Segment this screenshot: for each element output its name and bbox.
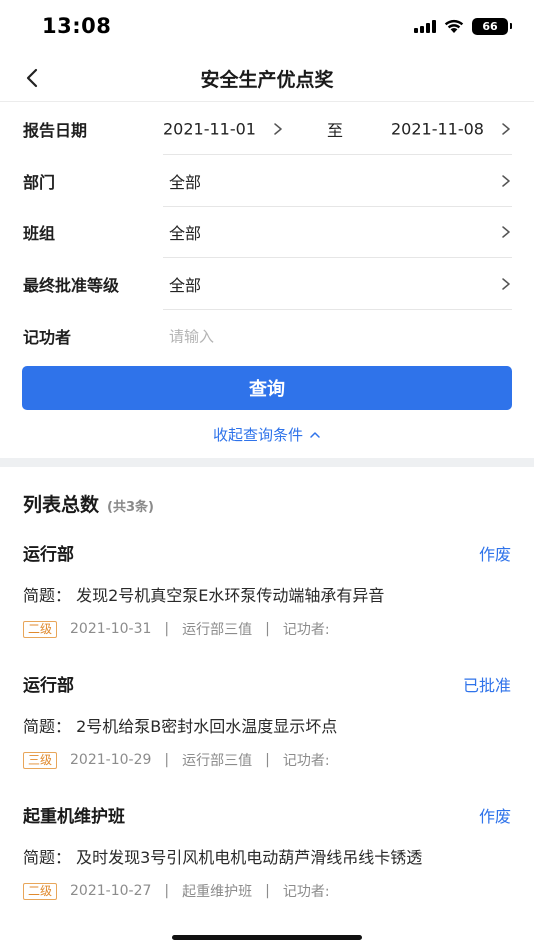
list-item[interactable]: 运行部 作废 简题： 发现2号机真空泵E水环泵传动端轴承有异音 二级 2021-…: [0, 540, 534, 660]
record-department: 运行部: [23, 676, 74, 696]
record-brief: 简题： 2号机给泵B密封水回水温度显示坏点: [23, 717, 338, 736]
department-row[interactable]: 部门 全部: [0, 155, 534, 207]
chevron-right-icon[interactable]: [500, 122, 512, 136]
record-brief: 简题： 及时发现3号引风机电机电动葫芦滑线吊线卡锈透: [23, 848, 423, 867]
start-date-picker[interactable]: 2021-11-01: [163, 120, 256, 139]
team-row[interactable]: 班组 全部: [0, 206, 534, 258]
meta-separator: |: [265, 883, 270, 899]
section-separator: [0, 458, 534, 467]
wifi-icon: [444, 19, 464, 33]
status-bar: 13:08 66: [0, 0, 534, 56]
department-select[interactable]: 全部: [169, 169, 201, 193]
recorder-input[interactable]: 请输入: [169, 326, 214, 347]
collapse-filters-label: 收起查询条件: [212, 426, 303, 444]
record-department: 起重机维护班: [23, 807, 125, 827]
list-header: 列表总数 (共3条): [23, 490, 154, 517]
record-recorder: 记功者:: [282, 622, 330, 638]
record-date: 2021-10-29: [70, 752, 152, 768]
record-recorder: 记功者:: [282, 884, 330, 900]
record-status: 已批准: [462, 676, 511, 695]
collapse-filters-link[interactable]: 收起查询条件: [0, 424, 534, 445]
record-date: 2021-10-27: [70, 883, 152, 899]
final-level-row[interactable]: 最终批准等级 全部: [0, 258, 534, 310]
record-meta: 二级 2021-10-31 | 运行部三值 | 记功者:: [23, 619, 330, 639]
list-count: (共3条): [107, 500, 154, 515]
list-title: 列表总数: [23, 494, 100, 516]
home-indicator: [172, 935, 362, 940]
page-title: 安全生产优点奖: [200, 69, 334, 91]
nav-bar: 安全生产优点奖: [0, 56, 534, 102]
query-button[interactable]: 查询: [22, 366, 512, 410]
chevron-right-icon[interactable]: [272, 122, 284, 136]
report-date-row: 报告日期 2021-11-01 至 2021-11-08: [0, 103, 534, 155]
end-date-picker[interactable]: 2021-11-08: [391, 120, 484, 139]
chevron-right-icon[interactable]: [500, 225, 512, 239]
level-badge: 三级: [23, 751, 58, 769]
chevron-right-icon[interactable]: [500, 277, 512, 291]
record-team: 起重维护班: [182, 884, 253, 900]
level-badge: 二级: [23, 620, 58, 638]
record-department: 运行部: [23, 545, 74, 565]
record-brief: 简题： 发现2号机真空泵E水环泵传动端轴承有异音: [23, 586, 385, 605]
battery-icon: 66: [472, 18, 512, 35]
record-recorder: 记功者:: [282, 753, 330, 769]
meta-separator: |: [164, 621, 170, 637]
record-status: 作废: [478, 545, 511, 564]
chevron-up-icon: [310, 431, 320, 438]
chevron-right-icon[interactable]: [500, 174, 512, 188]
record-date: 2021-10-31: [70, 621, 152, 637]
divider: [0, 101, 534, 102]
status-time: 13:08: [42, 14, 112, 38]
level-badge: 二级: [23, 882, 58, 900]
meta-separator: |: [164, 752, 170, 768]
status-icons: 66: [414, 18, 512, 35]
final-level-label: 最终批准等级: [23, 276, 120, 295]
record-meta: 二级 2021-10-27 | 起重维护班 | 记功者:: [23, 881, 330, 901]
meta-separator: |: [265, 752, 270, 768]
department-label: 部门: [23, 173, 56, 192]
recorder-row: 记功者 请输入: [0, 310, 534, 362]
signal-icon: [414, 20, 436, 33]
list-item[interactable]: 起重机维护班 作废 简题： 及时发现3号引风机电机电动葫芦滑线吊线卡锈透 二级 …: [0, 802, 534, 922]
record-status: 作废: [478, 807, 511, 826]
team-label: 班组: [23, 224, 56, 243]
date-range-separator: 至: [327, 121, 344, 140]
list-item[interactable]: 运行部 已批准 简题： 2号机给泵B密封水回水温度显示坏点 三级 2021-10…: [0, 671, 534, 791]
meta-separator: |: [265, 621, 270, 637]
record-team: 运行部三值: [182, 753, 253, 769]
record-team: 运行部三值: [182, 622, 253, 638]
battery-level: 66: [482, 20, 498, 33]
team-select[interactable]: 全部: [169, 220, 201, 244]
recorder-label: 记功者: [23, 328, 72, 347]
meta-separator: |: [164, 883, 170, 899]
final-level-select[interactable]: 全部: [169, 272, 201, 296]
report-date-label: 报告日期: [23, 121, 88, 140]
record-meta: 三级 2021-10-29 | 运行部三值 | 记功者:: [23, 750, 330, 770]
